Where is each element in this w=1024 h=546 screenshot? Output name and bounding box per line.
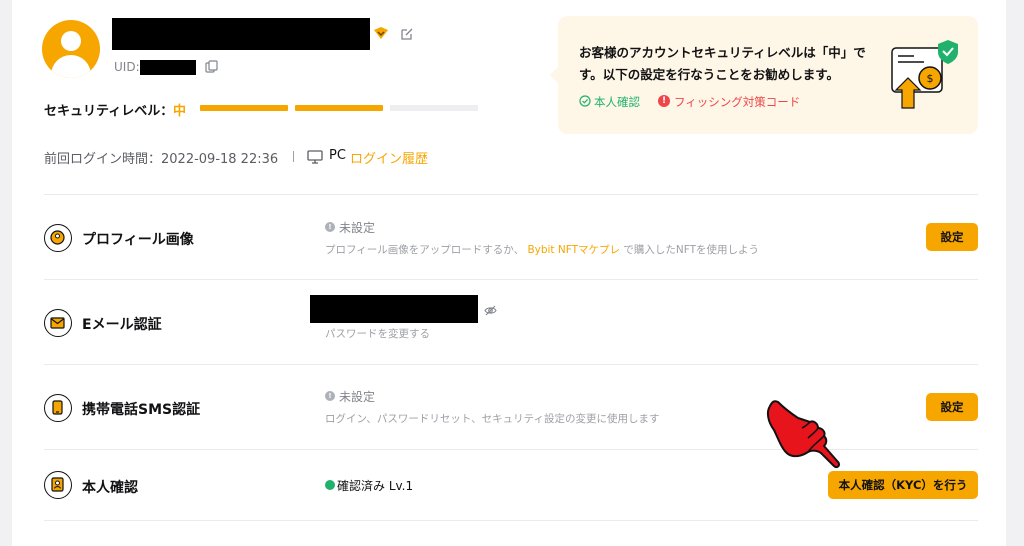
copy-icon[interactable] xyxy=(205,60,218,73)
recommendation-text: お客様のアカウントセキュリティレベルは「中」です。以下の設定を行なうことをお勧め… xyxy=(579,45,866,82)
row-title-kyc: 本人確認 xyxy=(82,480,138,496)
security-level-value: 中 xyxy=(173,104,187,119)
sms-status: 未設定 xyxy=(339,390,376,404)
device-label: PC xyxy=(329,148,346,163)
avatar[interactable] xyxy=(42,20,100,78)
monitor-icon xyxy=(307,150,323,164)
kyc-status: 確認済み Lv.1 xyxy=(337,479,414,493)
phishing-code-item[interactable]: フィッシング対策コード xyxy=(674,94,800,110)
row-title-sms: 携帯電話SMS認証 xyxy=(82,402,201,418)
security-illustration-icon: $ xyxy=(891,40,958,109)
divider xyxy=(44,364,978,365)
notice-tail xyxy=(550,66,559,84)
check-circle-icon xyxy=(579,95,591,107)
profile-image-status: 未設定 xyxy=(339,221,376,235)
desc-text: プロフィール画像をアップロードするか、 xyxy=(325,244,525,256)
divider xyxy=(44,279,978,280)
profile-image-setup-button[interactable]: 設定 xyxy=(926,223,978,251)
uid-redacted xyxy=(140,60,196,75)
row-title-email: Eメール認証 xyxy=(82,317,162,333)
sms-description: ログイン、パスワードリセット、セキュリティ設定の変更に使用します xyxy=(325,413,660,425)
eye-off-icon[interactable] xyxy=(484,305,497,316)
security-level-bar xyxy=(295,105,383,111)
profile-image-description: プロフィール画像をアップロードするか、 Bybit NFTマケプレ で購入したN… xyxy=(325,242,759,257)
login-history-link[interactable]: ログイン履歴 xyxy=(350,148,428,167)
kyc-recommendation-label: 本人確認 xyxy=(594,95,640,109)
desc-text: で購入したNFTを使用しよう xyxy=(623,244,759,256)
svg-text:$: $ xyxy=(927,72,934,85)
divider xyxy=(293,151,294,162)
profile-image-icon xyxy=(44,224,72,252)
change-password-link[interactable]: パスワードを変更する xyxy=(325,326,430,341)
alert-icon: ! xyxy=(658,95,670,107)
edit-icon[interactable] xyxy=(400,27,414,41)
kyc-recommendation-item[interactable]: 本人確認 xyxy=(594,94,640,110)
email-icon xyxy=(44,309,72,337)
email-redacted xyxy=(310,295,478,323)
phone-icon xyxy=(44,394,72,422)
divider xyxy=(44,194,978,195)
security-level-label: セキュリティレベル： xyxy=(44,104,174,119)
divider xyxy=(44,520,978,521)
verified-check-icon xyxy=(325,480,335,490)
sms-setup-button[interactable]: 設定 xyxy=(926,393,978,421)
uid-label: UID: xyxy=(114,60,140,74)
vip-badge-icon xyxy=(374,27,388,39)
nft-marketplace-link[interactable]: Bybit NFTマケプレ xyxy=(527,244,620,256)
identity-icon xyxy=(44,471,72,499)
username-redacted xyxy=(112,18,370,50)
security-level-bar xyxy=(390,105,478,111)
info-icon: ! xyxy=(325,391,335,401)
kyc-verify-button[interactable]: 本人確認（KYC）を行う xyxy=(828,471,978,499)
pointing-hand-icon xyxy=(766,400,841,469)
security-level-bar xyxy=(200,105,288,111)
info-icon: ! xyxy=(325,222,335,232)
last-login-time: 前回ログイン時間：2022-09-18 22:36 xyxy=(44,152,279,167)
row-title-profile-image: プロフィール画像 xyxy=(82,232,194,248)
